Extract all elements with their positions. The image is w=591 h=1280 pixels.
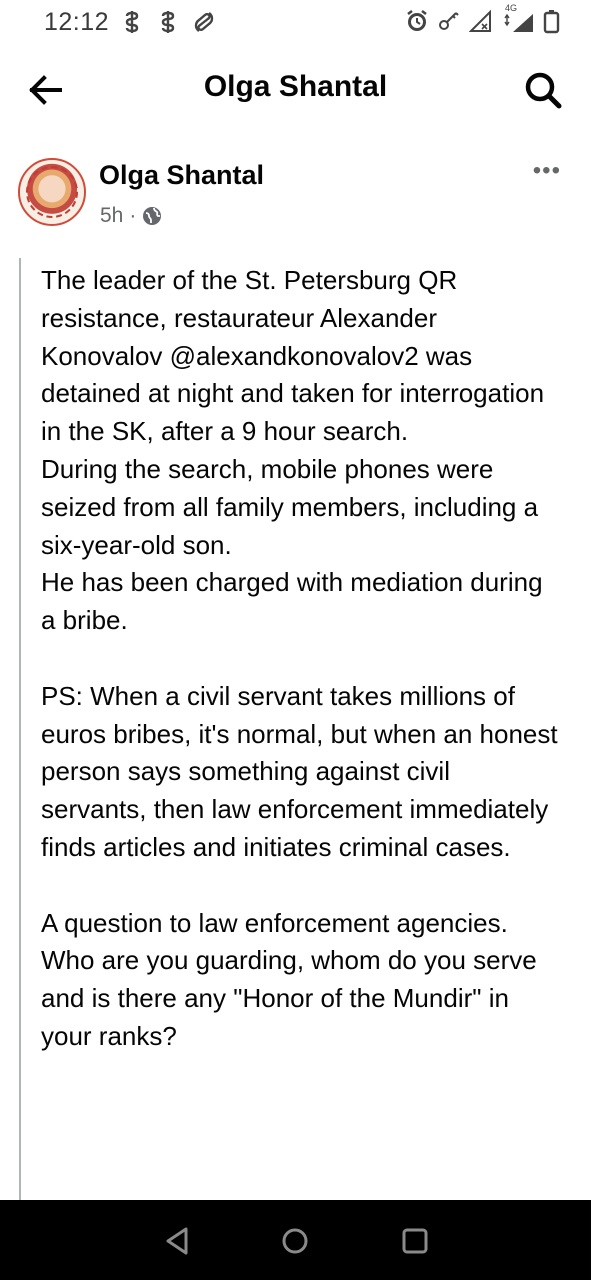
back-triangle-icon — [166, 1227, 188, 1255]
money-notification-icon — [118, 9, 146, 42]
status-bar: 12:12 4G — [0, 0, 591, 44]
post-paragraph: Who are you guarding, whom do you serve … — [41, 945, 537, 1051]
recents-square-icon — [402, 1228, 428, 1254]
post-paragraph: During the search, mobile phones were se… — [41, 453, 539, 560]
post-paragraph: He has been charged with mediation durin… — [41, 567, 543, 636]
network-type-label: 4G — [505, 3, 518, 13]
nav-home-button[interactable] — [276, 1222, 314, 1260]
meta-separator: · — [129, 204, 137, 227]
avatar[interactable] — [18, 158, 86, 226]
no-signal-icon — [468, 8, 493, 34]
search-icon — [525, 72, 562, 109]
post-author-name[interactable]: Olga Shantal — [99, 160, 264, 191]
post-timestamp[interactable]: 5h — [100, 204, 123, 228]
post-meta: 5h · — [100, 204, 162, 228]
globe-icon — [143, 207, 162, 225]
system-status-icons: 4G — [405, 3, 561, 34]
money-notification-icon — [154, 9, 182, 42]
post-body: The leader of the St. Petersburg QR resi… — [19, 258, 573, 1200]
post-text: The leader of the St. Petersburg QR resi… — [41, 262, 561, 1056]
home-circle-icon — [282, 1228, 308, 1254]
status-time: 12:12 — [44, 8, 110, 36]
post-paragraph: PS: When a civil servant takes millions … — [41, 680, 558, 862]
battery-icon — [543, 8, 561, 34]
alarm-icon — [405, 8, 429, 34]
more-options-button[interactable]: ••• — [533, 159, 561, 183]
nav-recents-button[interactable] — [396, 1222, 434, 1260]
notification-icons — [118, 9, 218, 42]
signal-icon: 4G — [501, 3, 535, 34]
search-button[interactable] — [521, 68, 565, 112]
post-paragraph: A question to law enforcement agencies. — [41, 907, 508, 938]
post-header: Olga Shantal 5h · ••• — [0, 150, 591, 240]
system-navigation-bar — [0, 1200, 591, 1280]
page-title: Olga Shantal — [203, 70, 388, 103]
nav-back-button[interactable] — [158, 1222, 196, 1260]
avatar-ring — [26, 166, 78, 218]
post-paragraph: The leader of the St. Petersburg QR resi… — [41, 265, 545, 447]
vpn-key-icon — [437, 8, 461, 34]
app-bar: Olga Shantal — [0, 44, 591, 132]
shazam-notification-icon — [190, 9, 218, 42]
